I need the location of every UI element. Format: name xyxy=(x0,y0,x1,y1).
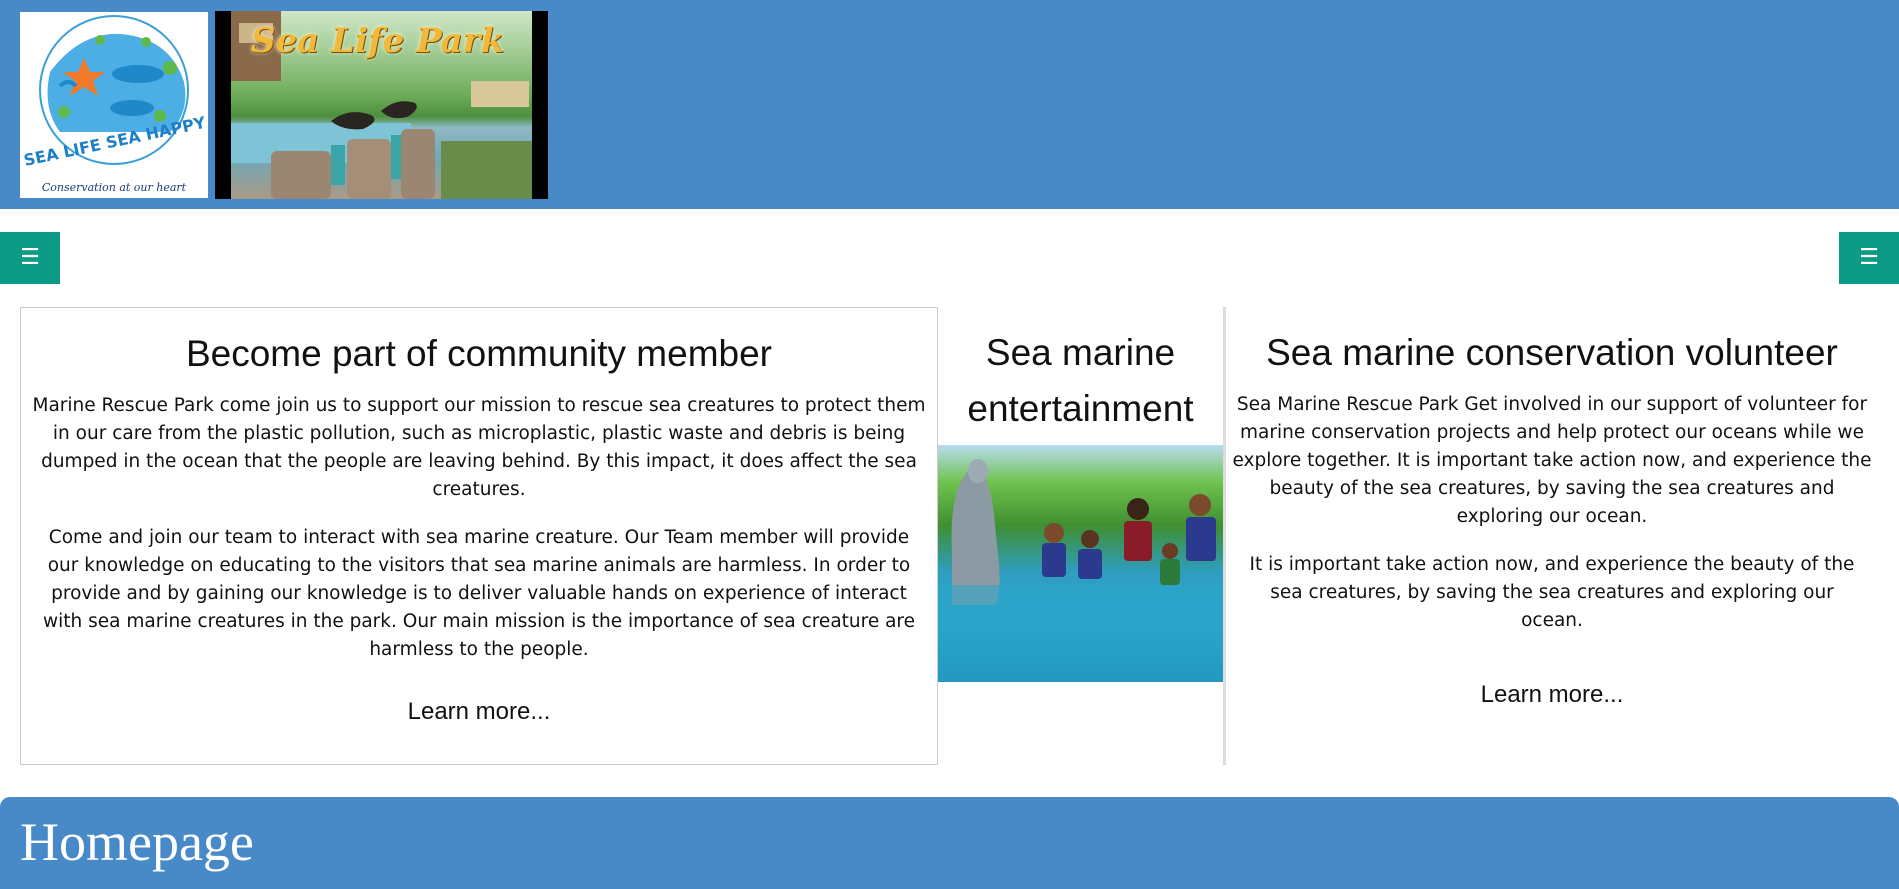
site-header: SEA LIFE SEA HAPPY Conservation at our h… xyxy=(0,0,1899,209)
conservation-volunteer-card: Sea marine conservation volunteer Sea Ma… xyxy=(1223,307,1878,765)
logo-emblem-icon xyxy=(39,15,189,165)
learn-more-link[interactable]: Learn more... xyxy=(408,698,551,726)
card-paragraph: Come and join our team to interact with … xyxy=(42,527,916,660)
menu-toggle-right[interactable]: ☰ xyxy=(1839,232,1899,284)
logo-tagline: Conservation at our heart xyxy=(41,181,187,194)
card-paragraph: Sea Marine Rescue Park Get involved in o… xyxy=(1232,394,1872,527)
sea-life-logo[interactable]: SEA LIFE SEA HAPPY Conservation at our h… xyxy=(20,12,208,198)
sea-life-park-banner[interactable]: Sea Life Park xyxy=(215,11,548,199)
homepage-bar: Homepage xyxy=(0,797,1899,889)
hamburger-icon: ☰ xyxy=(1859,245,1879,270)
menu-toggle-left[interactable]: ☰ xyxy=(0,232,60,284)
sea-life-park-title: Sea Life Park xyxy=(251,21,505,61)
card-title: Sea marine entertainment xyxy=(967,332,1194,429)
learn-more-link[interactable]: Learn more... xyxy=(1481,681,1624,709)
hamburger-icon: ☰ xyxy=(20,245,40,270)
card-title: Become part of community member xyxy=(185,333,773,374)
page-title: Homepage xyxy=(20,812,254,872)
card-paragraph: It is important take action now, and exp… xyxy=(1249,554,1855,631)
community-member-card: Become part of community member Marine R… xyxy=(20,307,938,765)
card-title: Sea marine conservation volunteer xyxy=(1266,332,1838,373)
dolphin-encounter-photo-icon xyxy=(938,445,1223,682)
sea-marine-entertainment-card: Sea marine entertainment xyxy=(938,307,1223,765)
card-paragraph: Marine Rescue Park come join us to suppo… xyxy=(32,395,926,500)
